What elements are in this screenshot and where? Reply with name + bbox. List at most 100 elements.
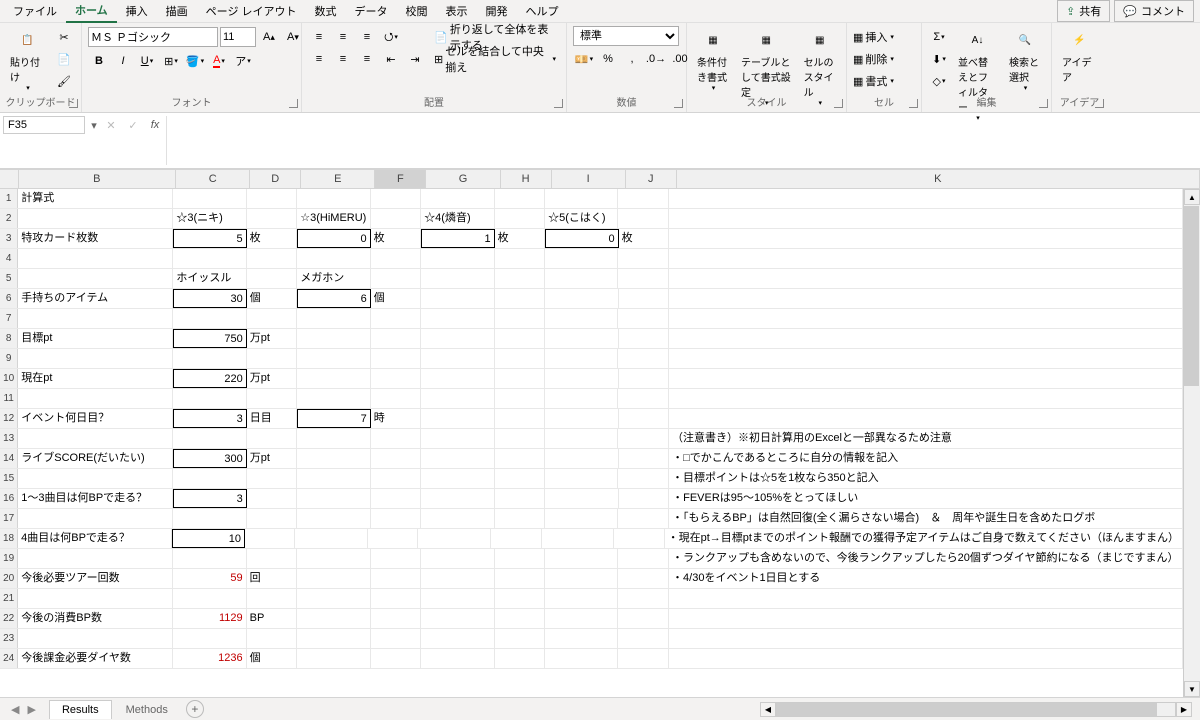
name-box[interactable] xyxy=(3,116,85,134)
cell-J19[interactable] xyxy=(618,549,669,568)
cell-I8[interactable] xyxy=(545,329,618,348)
increase-font-button[interactable]: A▴ xyxy=(258,26,280,48)
cell-B9[interactable] xyxy=(18,349,173,368)
row-header-10[interactable]: 10 xyxy=(0,369,18,388)
cell-C11[interactable] xyxy=(173,389,246,408)
cell-B22[interactable]: 今後の消費BP数 xyxy=(18,609,173,628)
cell-B7[interactable] xyxy=(18,309,173,328)
cell-G10[interactable] xyxy=(421,369,494,388)
cell-C8[interactable]: 750 xyxy=(173,329,246,348)
sheet-tab-results[interactable]: Results xyxy=(49,700,112,719)
cell-K3[interactable] xyxy=(669,229,1183,248)
cell-H14[interactable] xyxy=(495,449,546,468)
cell-G8[interactable] xyxy=(421,329,494,348)
decrease-font-button[interactable]: A▾ xyxy=(282,26,304,48)
cell-C14[interactable]: 300 xyxy=(173,449,246,468)
cell-D2[interactable] xyxy=(247,209,298,228)
row-header-17[interactable]: 17 xyxy=(0,509,18,528)
cell-H7[interactable] xyxy=(495,309,546,328)
fill-button[interactable]: ⬇▾ xyxy=(928,48,950,70)
cell-F19[interactable] xyxy=(371,549,422,568)
cell-C6[interactable]: 30 xyxy=(173,289,246,308)
cell-C10[interactable]: 220 xyxy=(173,369,246,388)
row-header-12[interactable]: 12 xyxy=(0,409,18,428)
align-top-button[interactable]: ≡ xyxy=(308,26,330,48)
sort-filter-button[interactable]: A↓並べ替えとフィルター▾ xyxy=(954,26,1001,124)
cell-D11[interactable] xyxy=(247,389,298,408)
cell-J4[interactable] xyxy=(618,249,669,268)
number-format-select[interactable]: 標準 xyxy=(573,26,679,46)
cell-I10[interactable] xyxy=(545,369,618,388)
cell-J9[interactable] xyxy=(618,349,669,368)
col-header-H[interactable]: H xyxy=(501,170,552,188)
border-button[interactable]: ⊞▾ xyxy=(160,50,182,72)
cell-E16[interactable] xyxy=(297,489,370,508)
cell-I23[interactable] xyxy=(545,629,618,648)
col-header-J[interactable]: J xyxy=(626,170,677,188)
cut-button[interactable]: ✂ xyxy=(53,26,75,48)
row-header-1[interactable]: 1 xyxy=(0,189,18,208)
hscroll-right-button[interactable]: ▶ xyxy=(1176,702,1192,717)
cell-C5[interactable]: ホイッスル xyxy=(173,269,246,288)
cell-J17[interactable] xyxy=(618,509,669,528)
row-header-20[interactable]: 20 xyxy=(0,569,18,588)
cell-C21[interactable] xyxy=(173,589,246,608)
cell-E10[interactable] xyxy=(297,369,370,388)
cell-D9[interactable] xyxy=(247,349,298,368)
cell-J16[interactable] xyxy=(619,489,670,508)
cell-H20[interactable] xyxy=(495,569,546,588)
phonetic-button[interactable]: ア▾ xyxy=(232,50,254,72)
cell-E13[interactable] xyxy=(297,429,370,448)
menu-view[interactable]: 表示 xyxy=(437,0,477,22)
cell-J1[interactable] xyxy=(618,189,669,208)
cell-K11[interactable] xyxy=(669,389,1183,408)
cell-F5[interactable] xyxy=(371,269,422,288)
cell-J18[interactable] xyxy=(614,529,664,548)
cell-K17[interactable]: ・「もらえるBP」は自然回復(全く漏らさない場合) ＆ 周年や誕生日を含めたログ… xyxy=(669,509,1183,528)
cell-C9[interactable] xyxy=(173,349,246,368)
cell-K14[interactable]: ・□でかこんであるところに自分の情報を記入 xyxy=(669,449,1183,468)
row-header-21[interactable]: 21 xyxy=(0,589,18,608)
cell-I13[interactable] xyxy=(545,429,618,448)
row-header-4[interactable]: 4 xyxy=(0,249,18,268)
cell-C16[interactable]: 3 xyxy=(173,489,246,508)
row-header-14[interactable]: 14 xyxy=(0,449,18,468)
comments-button[interactable]: 💬コメント xyxy=(1114,0,1194,22)
cell-C17[interactable] xyxy=(173,509,246,528)
cell-G3[interactable]: 1 xyxy=(421,229,494,248)
cell-G17[interactable] xyxy=(421,509,494,528)
cell-E24[interactable] xyxy=(297,649,370,668)
cell-D7[interactable] xyxy=(247,309,298,328)
cell-F22[interactable] xyxy=(371,609,422,628)
cell-I24[interactable] xyxy=(545,649,618,668)
cell-F6[interactable]: 個 xyxy=(371,289,422,308)
row-header-23[interactable]: 23 xyxy=(0,629,18,648)
cell-F23[interactable] xyxy=(371,629,422,648)
col-header-K[interactable]: K xyxy=(677,170,1200,188)
cell-F17[interactable] xyxy=(371,509,422,528)
cell-K20[interactable]: ・4/30をイベント1日目とする xyxy=(669,569,1183,588)
row-header-11[interactable]: 11 xyxy=(0,389,18,408)
cell-I12[interactable] xyxy=(545,409,618,428)
menu-formulas[interactable]: 数式 xyxy=(306,0,346,22)
cell-C22[interactable]: 1129 xyxy=(173,609,246,628)
row-header-18[interactable]: 18 xyxy=(0,529,18,548)
cell-H6[interactable] xyxy=(495,289,546,308)
cell-B11[interactable] xyxy=(18,389,173,408)
vertical-scrollbar[interactable]: ▲ ▼ xyxy=(1183,189,1200,697)
cell-K22[interactable] xyxy=(669,609,1183,628)
cell-K6[interactable] xyxy=(669,289,1183,308)
autosum-button[interactable]: Σ▾ xyxy=(928,26,950,48)
cell-E9[interactable] xyxy=(297,349,370,368)
cell-F24[interactable] xyxy=(371,649,422,668)
cell-K5[interactable] xyxy=(669,269,1183,288)
cell-H10[interactable] xyxy=(495,369,546,388)
cell-C3[interactable]: 5 xyxy=(173,229,246,248)
cell-E12[interactable]: 7 xyxy=(297,409,370,428)
cell-B17[interactable] xyxy=(18,509,173,528)
indent-increase-button[interactable]: ⇥ xyxy=(404,48,426,70)
cell-E19[interactable] xyxy=(297,549,370,568)
cell-F4[interactable] xyxy=(371,249,422,268)
cell-D16[interactable] xyxy=(247,489,298,508)
cell-E1[interactable] xyxy=(297,189,370,208)
